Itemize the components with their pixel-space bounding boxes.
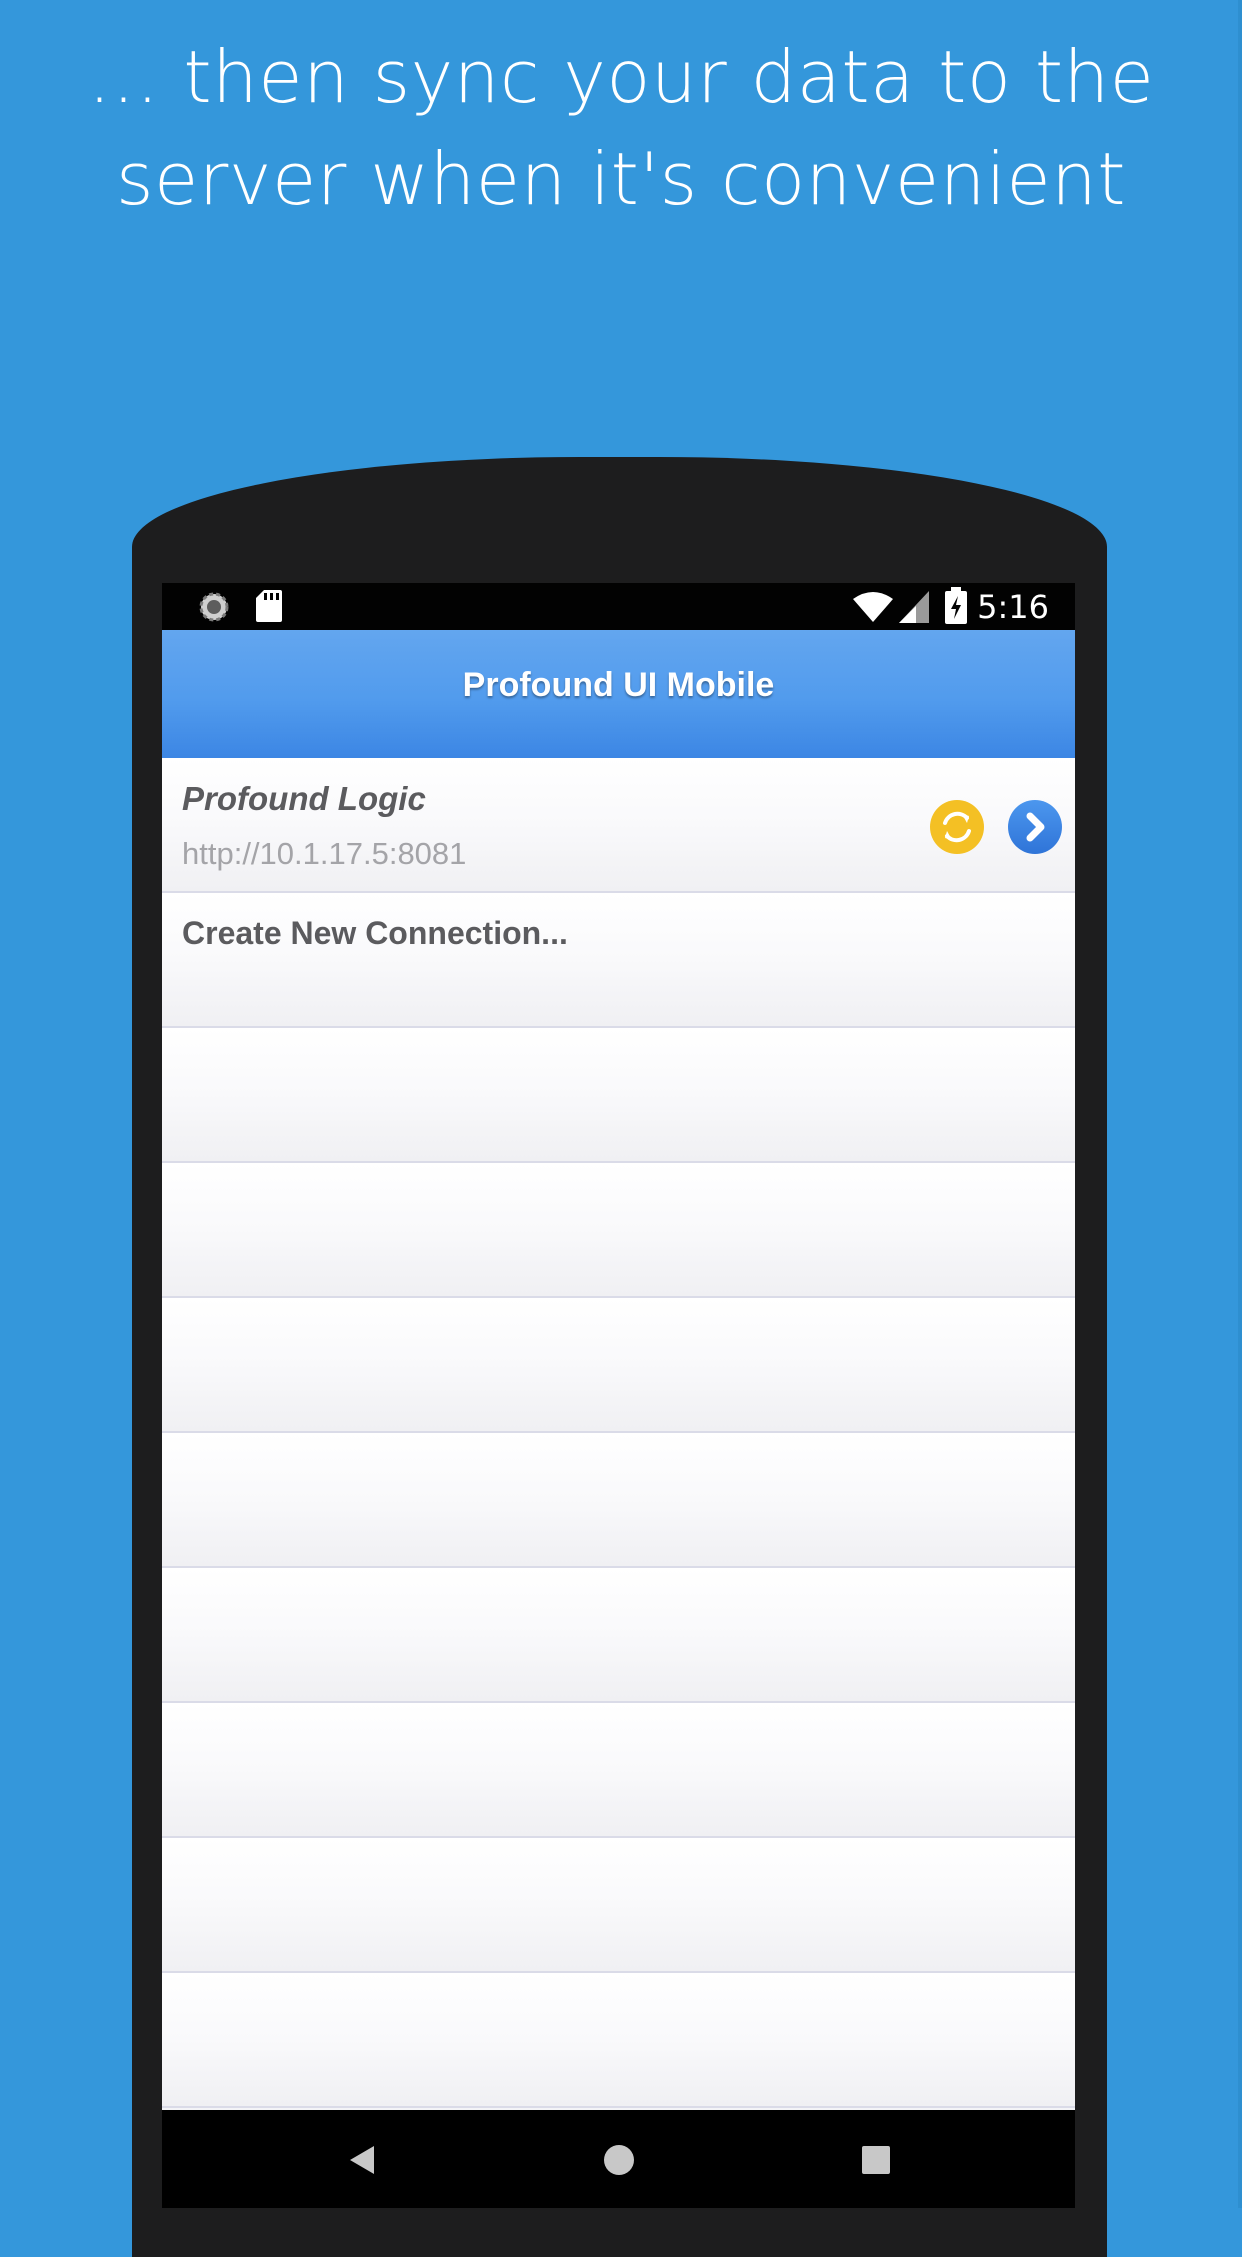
app-header: Profound UI Mobile [162, 630, 1075, 758]
headline-line-1: … then sync your data to the [87, 35, 1155, 119]
promo-headline: … then sync your data to the server when… [0, 26, 1242, 230]
sync-icon [943, 811, 971, 843]
battery-charging-icon [945, 587, 967, 624]
empty-list-row [162, 1838, 1075, 1973]
back-icon[interactable] [342, 2140, 382, 2180]
empty-list-row [162, 1973, 1075, 2108]
chevron-right-icon [1026, 812, 1045, 842]
status-bar: 5:16 [162, 583, 1075, 630]
headline-line-2: server when it's convenient [115, 137, 1127, 221]
create-connection-label: Create New Connection... [182, 915, 568, 951]
phone-screen: 5:16 Profound UI Mobile Profound Logic h… [162, 583, 1075, 2208]
wifi-icon [853, 592, 893, 622]
connection-url: http://10.1.17.5:8081 [182, 836, 467, 871]
empty-list-row [162, 1703, 1075, 1838]
background-edge [1238, 0, 1242, 2208]
open-connection-button[interactable] [1008, 800, 1062, 854]
sync-icon [199, 592, 229, 622]
empty-list-row [162, 1568, 1075, 1703]
connection-name: Profound Logic [182, 780, 426, 817]
empty-list-row [162, 1433, 1075, 1568]
navigation-bar [162, 2110, 1075, 2208]
cell-signal-icon [899, 591, 929, 623]
recent-apps-icon[interactable] [856, 2140, 896, 2180]
empty-list-row [162, 1298, 1075, 1433]
empty-list-row [162, 1028, 1075, 1163]
sync-button[interactable] [930, 800, 984, 854]
home-icon[interactable] [599, 2140, 639, 2180]
create-connection-row[interactable]: Create New Connection... [162, 893, 1075, 1028]
empty-list-row [162, 1163, 1075, 1298]
sd-card-icon [256, 590, 282, 622]
connection-row-profound-logic[interactable]: Profound Logic http://10.1.17.5:8081 [162, 758, 1075, 893]
app-title: Profound UI Mobile [462, 666, 775, 704]
status-time: 5:16 [977, 588, 1049, 626]
connection-list: Profound Logic http://10.1.17.5:8081 Cre… [162, 758, 1075, 2108]
